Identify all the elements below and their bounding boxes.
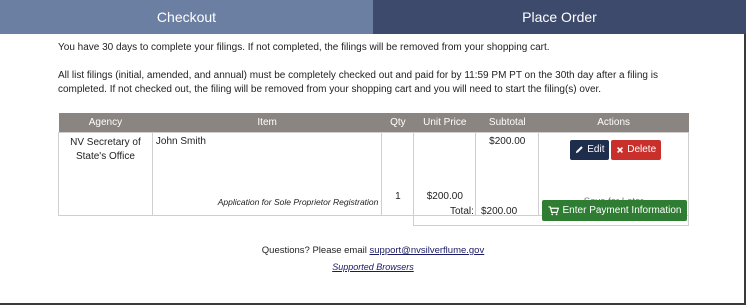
header-actions: Actions [538, 113, 689, 132]
edit-button[interactable]: Edit [570, 139, 610, 160]
days-notice: You have 30 days to complete your filing… [58, 42, 550, 53]
item-name: John Smith [155, 135, 206, 147]
item-description: Application for Sole Proprietor Registra… [217, 196, 379, 207]
unit-price-value: $200.00 [426, 190, 463, 202]
questions-text: Questions? Please email [261, 245, 370, 256]
x-icon [617, 146, 624, 153]
checkout-steps: Checkout Place Order [0, 0, 746, 34]
header-unit-price: Unit Price [413, 113, 476, 132]
pencil-icon [576, 146, 583, 154]
header-qty: Qty [381, 113, 414, 132]
tab-place-order[interactable]: Place Order [373, 0, 746, 34]
qty-cell: 1 [381, 131, 415, 216]
list-filings-notice: All list filings (initial, amended, and … [58, 70, 658, 95]
tab-checkout[interactable]: Checkout [0, 0, 373, 34]
enter-payment-label: Enter Payment Information [562, 205, 682, 216]
enter-payment-button[interactable]: Enter Payment Information [542, 200, 687, 221]
total-value: $200.00 [481, 206, 518, 217]
cart-icon [548, 205, 559, 215]
total-label: Total: [450, 206, 474, 217]
supported-browsers-link[interactable]: Supported Browsers [0, 262, 746, 272]
item-cell: John Smith Application for Sole Propriet… [151, 131, 383, 216]
subtotal-value: $200.00 [489, 135, 526, 147]
cart-header-row: Agency Item Qty Unit Price Subtotal Acti… [58, 113, 689, 132]
delete-label: Delete [627, 144, 657, 155]
support-email-link[interactable]: support@nvsilverflume.gov [370, 245, 485, 256]
header-subtotal: Subtotal [475, 113, 539, 132]
edit-label: Edit [587, 144, 605, 155]
qty-value: 1 [395, 190, 401, 202]
delete-button[interactable]: Delete [611, 139, 662, 160]
header-item: Item [152, 113, 382, 132]
header-agency: Agency [58, 113, 153, 132]
agency-cell: NV Secretary of State's Office [58, 131, 153, 216]
questions-line: Questions? Please email support@nvsilver… [0, 245, 746, 256]
total-row: Total: $200.00 Enter Payment Information [413, 196, 689, 226]
